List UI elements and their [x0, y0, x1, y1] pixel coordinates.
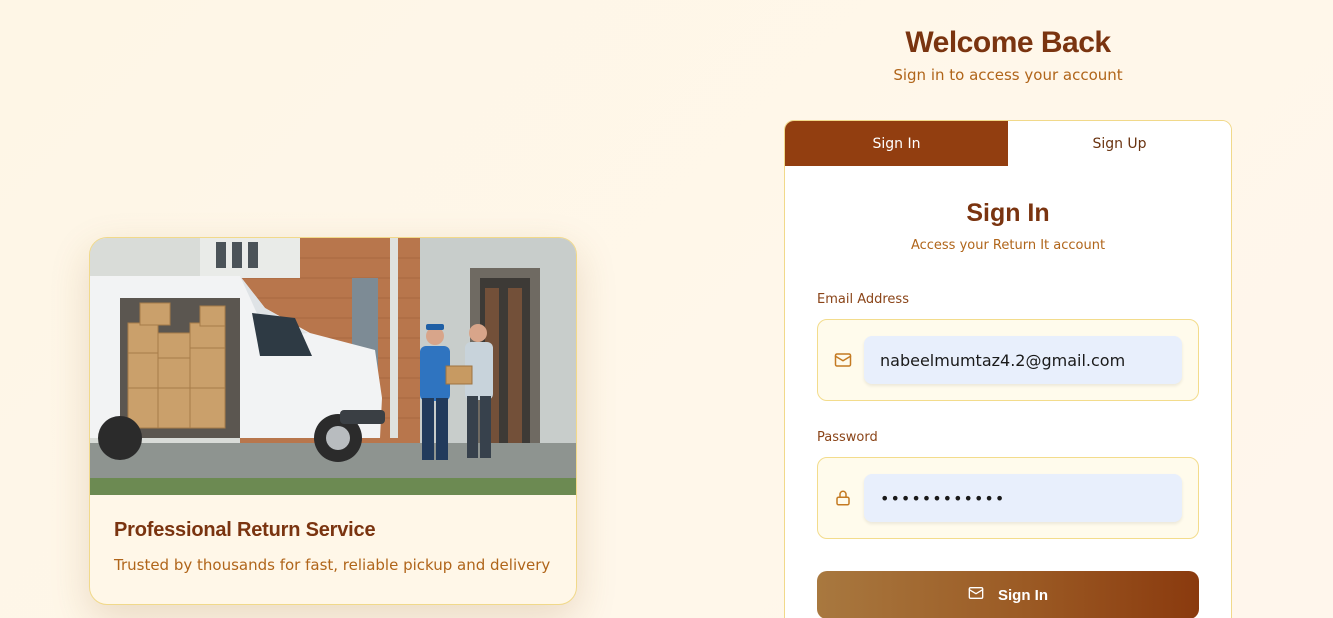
form-title: Sign In: [966, 199, 1050, 227]
lock-icon: [834, 489, 852, 507]
email-input[interactable]: [864, 336, 1182, 384]
tab-sign-up[interactable]: Sign Up: [1008, 121, 1231, 166]
password-field-wrapper: [817, 457, 1199, 539]
page-title: Welcome Back: [905, 26, 1111, 59]
page-subtitle: Sign in to access your account: [893, 66, 1123, 84]
password-label: Password: [817, 430, 878, 445]
tab-sign-in[interactable]: Sign In: [785, 121, 1008, 166]
form-subtitle: Access your Return It account: [910, 238, 1106, 253]
mail-icon: [968, 585, 984, 605]
delivery-van-photo: [90, 238, 576, 495]
auth-tabs: Sign In Sign Up: [785, 121, 1231, 166]
auth-panel: Sign In Sign Up Sign In Access your Retu…: [784, 120, 1232, 618]
password-input[interactable]: [864, 474, 1182, 522]
promo-title: Professional Return Service: [114, 519, 376, 541]
email-field-wrapper: [817, 319, 1199, 401]
promo-card: Professional Return Service Trusted by t…: [89, 237, 577, 605]
promo-subtitle: Trusted by thousands for fast, reliable …: [114, 556, 551, 574]
sign-in-button[interactable]: Sign In: [817, 571, 1199, 618]
mail-icon: [834, 351, 852, 369]
email-label: Email Address: [817, 292, 909, 307]
sign-in-button-label: Sign In: [998, 586, 1048, 604]
